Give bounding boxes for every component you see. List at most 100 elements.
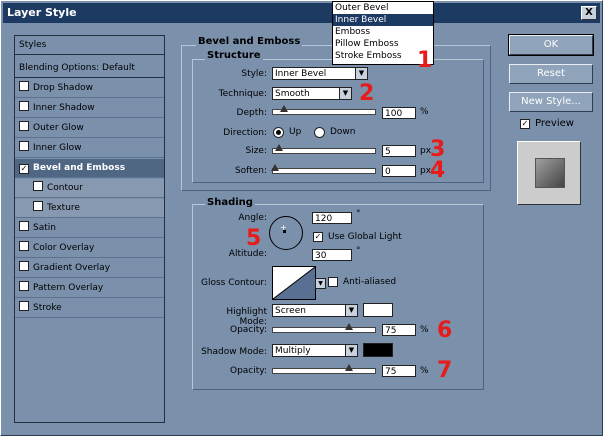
dropdown-option-inner-bevel[interactable]: Inner Bevel bbox=[333, 14, 433, 26]
style-item-gradient-overlay[interactable]: Gradient Overlay bbox=[15, 259, 164, 278]
blending-options[interactable]: Blending Options: Default bbox=[15, 59, 164, 78]
style-item-bevel-emboss[interactable]: ✓ Bevel and Emboss bbox=[15, 159, 164, 178]
preview-checkbox[interactable]: ✓ bbox=[520, 119, 530, 129]
checkbox[interactable] bbox=[19, 81, 29, 91]
checkbox[interactable] bbox=[33, 181, 43, 191]
checkbox[interactable] bbox=[19, 301, 29, 311]
style-item-label: Color Overlay bbox=[33, 243, 95, 253]
annotation-5: 5 bbox=[246, 226, 262, 251]
shadow-mode-value: Multiply bbox=[275, 346, 311, 356]
size-field[interactable]: 5 bbox=[382, 145, 416, 157]
checkbox[interactable] bbox=[19, 121, 29, 131]
layer-style-dialog: Layer Style X Styles Blending Options: D… bbox=[0, 0, 603, 436]
new-style-button[interactable]: New Style... bbox=[509, 92, 593, 112]
chevron-down-icon: ▼ bbox=[345, 345, 357, 356]
slider-thumb[interactable] bbox=[271, 164, 279, 171]
slider-thumb[interactable] bbox=[275, 144, 283, 151]
checkbox[interactable] bbox=[19, 141, 29, 151]
highlight-opacity-field[interactable]: 75 bbox=[382, 324, 416, 336]
depth-field[interactable]: 100 bbox=[382, 107, 416, 119]
direction-down-radio[interactable] bbox=[314, 127, 325, 138]
chevron-down-icon: ▼ bbox=[345, 305, 357, 316]
technique-value: Smooth bbox=[275, 89, 310, 99]
reset-button[interactable]: Reset bbox=[509, 64, 593, 84]
dropdown-option-emboss[interactable]: Emboss bbox=[333, 26, 433, 38]
altitude-unit: ° bbox=[356, 246, 361, 256]
chevron-down-icon[interactable]: ▼ bbox=[315, 278, 326, 289]
shadow-opacity-field[interactable]: 75 bbox=[382, 365, 416, 377]
highlight-mode-select[interactable]: Screen ▼ bbox=[272, 304, 358, 317]
crosshair-icon: + bbox=[280, 223, 287, 232]
close-button[interactable]: X bbox=[581, 6, 597, 20]
style-item-inner-glow[interactable]: Inner Glow bbox=[15, 139, 164, 158]
size-slider[interactable] bbox=[272, 144, 376, 154]
styles-header[interactable]: Styles bbox=[15, 36, 164, 55]
style-label: Style: bbox=[241, 69, 267, 79]
annotation-6: 6 bbox=[437, 318, 453, 343]
technique-select[interactable]: Smooth ▼ bbox=[272, 87, 352, 100]
contour-curve bbox=[273, 267, 315, 299]
direction-up-radio[interactable] bbox=[273, 127, 284, 138]
depth-label: Depth: bbox=[236, 108, 267, 118]
anti-aliased-label: Anti-aliased bbox=[343, 277, 397, 287]
checkbox[interactable] bbox=[19, 261, 29, 271]
gloss-contour-preview[interactable] bbox=[272, 266, 316, 300]
direction-up-label: Up bbox=[289, 127, 302, 137]
highlight-opacity-slider[interactable] bbox=[272, 323, 376, 333]
style-item-label: Contour bbox=[47, 183, 83, 193]
style-item-label: Gradient Overlay bbox=[33, 263, 111, 273]
style-item-color-overlay[interactable]: Color Overlay bbox=[15, 239, 164, 258]
anti-aliased-checkbox[interactable] bbox=[328, 277, 338, 287]
bevel-emboss-title: Bevel and Emboss bbox=[196, 36, 303, 47]
style-item-drop-shadow[interactable]: Drop Shadow bbox=[15, 79, 164, 98]
altitude-field[interactable]: 30 bbox=[312, 249, 352, 261]
checkbox[interactable] bbox=[19, 101, 29, 111]
shadow-mode-label: Shadow Mode: bbox=[201, 347, 267, 357]
angle-unit: ° bbox=[356, 209, 361, 219]
checkbox-checked[interactable]: ✓ bbox=[19, 164, 29, 174]
gloss-contour-label: Gloss Contour: bbox=[200, 278, 267, 288]
slider-thumb[interactable] bbox=[280, 105, 288, 112]
shadow-mode-select[interactable]: Multiply ▼ bbox=[272, 344, 358, 357]
slider-thumb[interactable] bbox=[345, 323, 353, 330]
annotation-2: 2 bbox=[359, 81, 375, 106]
style-item-stroke[interactable]: Stroke bbox=[15, 299, 164, 318]
style-item-texture[interactable]: Texture bbox=[15, 199, 164, 218]
angle-dial[interactable]: + bbox=[269, 216, 303, 250]
style-item-label: Outer Glow bbox=[33, 123, 84, 133]
highlight-color-swatch[interactable] bbox=[363, 303, 393, 317]
slider-thumb[interactable] bbox=[345, 364, 353, 371]
angle-field[interactable]: 120 bbox=[312, 212, 352, 224]
structure-title: Structure bbox=[205, 50, 263, 61]
style-item-contour[interactable]: Contour bbox=[15, 179, 164, 198]
style-preview bbox=[517, 141, 581, 205]
style-item-pattern-overlay[interactable]: Pattern Overlay bbox=[15, 279, 164, 298]
preview-thumbnail bbox=[535, 158, 565, 188]
highlight-mode-value: Screen bbox=[275, 306, 306, 316]
style-item-label: Inner Shadow bbox=[33, 103, 95, 113]
ok-button[interactable]: OK bbox=[508, 34, 594, 56]
soften-field[interactable]: 0 bbox=[382, 165, 416, 177]
checkbox[interactable] bbox=[33, 201, 43, 211]
checkbox[interactable] bbox=[19, 281, 29, 291]
style-item-satin[interactable]: Satin bbox=[15, 219, 164, 238]
shadow-opacity-slider[interactable] bbox=[272, 364, 376, 374]
soften-slider[interactable] bbox=[271, 164, 376, 174]
soften-label: Soften: bbox=[234, 166, 267, 176]
checkbox[interactable] bbox=[19, 221, 29, 231]
dropdown-option-outer-bevel[interactable]: Outer Bevel bbox=[333, 2, 433, 14]
checkbox[interactable] bbox=[19, 241, 29, 251]
style-item-outer-glow[interactable]: Outer Glow bbox=[15, 119, 164, 138]
style-item-inner-shadow[interactable]: Inner Shadow bbox=[15, 99, 164, 118]
styles-list: Styles Blending Options: Default Drop Sh… bbox=[14, 35, 165, 423]
depth-unit: % bbox=[420, 107, 429, 117]
annotation-4: 4 bbox=[430, 158, 446, 183]
highlight-mode-label: Highlight Mode: bbox=[226, 307, 267, 327]
style-select[interactable]: Inner Bevel ▼ bbox=[272, 67, 368, 80]
shadow-opacity-label: Opacity: bbox=[230, 366, 267, 376]
global-light-checkbox[interactable]: ✓ bbox=[313, 232, 323, 242]
shadow-color-swatch[interactable] bbox=[363, 343, 393, 357]
preview-label: Preview bbox=[535, 118, 574, 129]
title-bar: Layer Style X bbox=[3, 3, 600, 23]
depth-slider[interactable] bbox=[272, 105, 376, 115]
